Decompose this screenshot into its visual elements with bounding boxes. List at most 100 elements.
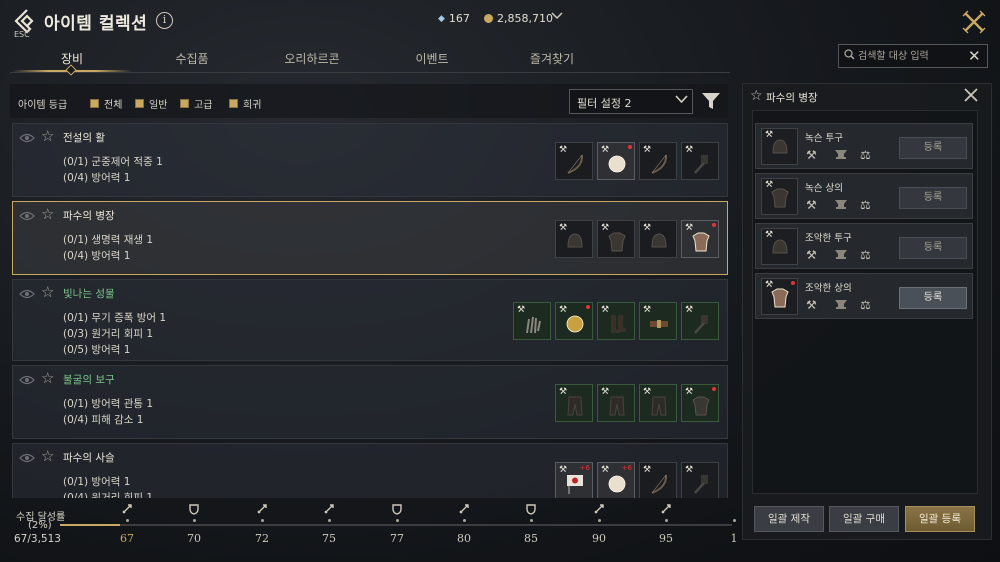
detail-item-card[interactable]: ⚒ 조악한 투구 ⚒ ⚖ 등록 (755, 223, 973, 269)
favorite-star-icon[interactable]: ☆ (41, 447, 54, 465)
item-slot[interactable]: ⚒ (681, 462, 719, 498)
item-slot[interactable]: ⚒ (761, 178, 798, 215)
currency-expand-chevron-icon[interactable] (551, 11, 563, 24)
detail-item-card[interactable]: ⚒ 녹슨 투구 ⚒ ⚖ 등록 (755, 123, 973, 169)
scale-icon[interactable]: ⚖ (860, 248, 871, 262)
item-slot[interactable]: ⚒ (761, 278, 798, 315)
collection-effect: (0/1) 무기 증폭 방어 1 (63, 312, 167, 324)
chevron-down-icon (675, 94, 688, 107)
item-slot[interactable]: ⚒ (639, 384, 677, 422)
milestone-reward[interactable]: 75 (309, 503, 349, 545)
item-slot[interactable]: ⚒ (597, 302, 635, 340)
grade-filter-rare[interactable]: 희귀 (229, 96, 261, 111)
tab-event[interactable]: 이벤트 (372, 50, 492, 67)
anvil-icon[interactable] (834, 248, 848, 263)
milestone-reward[interactable]: 72 (242, 503, 282, 545)
favorite-star-icon[interactable]: ☆ (41, 127, 54, 145)
close-panel-icon[interactable] (964, 87, 978, 106)
milestone-reward[interactable]: 95 (646, 503, 686, 545)
anvil-icon[interactable] (834, 298, 848, 313)
register-button[interactable]: 등록 (899, 287, 967, 309)
eye-icon[interactable] (19, 375, 35, 385)
grade-filter-uncommon-label: 고급 (194, 100, 213, 111)
eye-icon[interactable] (19, 133, 35, 143)
craft-hammer-icon[interactable]: ⚒ (806, 198, 817, 212)
grade-filter-all[interactable]: 전체 (90, 96, 122, 111)
tab-orichalcum[interactable]: 오리하르콘 (252, 50, 372, 67)
craft-hammer-icon[interactable]: ⚒ (806, 148, 817, 162)
item-slot[interactable]: ⚒ (555, 142, 593, 180)
collection-row[interactable]: ☆ 파수의 사슬 (0/1) 방어력 1 (0/4) 원거리 회피 1 ⚒ +6 ⚒ +6 ⚒ ⚒ (12, 443, 728, 498)
register-button[interactable]: 등록 (899, 237, 967, 259)
milestone-reward[interactable]: 77 (377, 503, 417, 545)
register-all-button[interactable]: 일괄 등록 (905, 506, 975, 532)
milestone-reward[interactable]: 70 (174, 503, 214, 545)
milestone-reward[interactable]: 90 (579, 503, 619, 545)
scale-icon[interactable]: ⚖ (860, 198, 871, 212)
item-slot[interactable]: ⚒ (555, 302, 593, 340)
tab-favorites[interactable]: 즐겨찾기 (492, 50, 612, 67)
collection-row[interactable]: ☆ 불굴의 보구 (0/1) 방어력 관통 1 (0/4) 피해 감소 1 ⚒ ⚒ ⚒ ⚒ (12, 365, 728, 439)
item-slot[interactable]: ⚒ (639, 142, 677, 180)
favorite-star-icon[interactable]: ☆ (41, 205, 54, 223)
boots-item-icon (607, 313, 627, 335)
search-clear-icon[interactable]: ✕ (968, 47, 981, 65)
milestone-reward[interactable]: 80 (444, 503, 484, 545)
item-slot[interactable]: ⚒ (681, 220, 719, 258)
info-icon[interactable]: i (156, 12, 173, 29)
favorite-star-icon[interactable]: ☆ (750, 88, 763, 104)
anvil-icon[interactable] (834, 148, 848, 163)
milestone-reward[interactable]: 67 (107, 503, 147, 545)
item-slot[interactable]: ⚒ (681, 384, 719, 422)
craft-all-button[interactable]: 일괄 제작 (754, 506, 824, 532)
favorite-star-icon[interactable]: ☆ (41, 283, 54, 301)
milestone-reward[interactable]: 85 (511, 503, 551, 545)
eye-icon[interactable] (19, 453, 35, 463)
milestone-dot (732, 519, 736, 522)
item-slot[interactable]: ⚒ (639, 462, 677, 498)
item-slot[interactable]: ⚒ +6 (555, 462, 593, 498)
item-slot[interactable]: ⚒ (597, 384, 635, 422)
tab-collectibles[interactable]: 수집품 (132, 50, 252, 67)
detail-item-card[interactable]: ⚒ 조악한 상의 ⚒ ⚖ 등록 (755, 273, 973, 319)
craft-hammer-icon[interactable]: ⚒ (806, 248, 817, 262)
eye-icon[interactable] (19, 289, 35, 299)
search-input[interactable] (858, 46, 966, 66)
item-slot[interactable]: ⚒ (761, 128, 798, 165)
grade-filter-common[interactable]: 일반 (135, 96, 167, 111)
collection-list[interactable]: ☆ 전설의 활 (0/1) 군중제어 적중 1 (0/4) 방어력 1 ⚒ ⚒ ⚒ ⚒ ☆ 파수의… (10, 120, 730, 498)
collection-name: 파수의 사슬 (63, 452, 115, 464)
helm-item-icon (565, 231, 585, 253)
shield-icon (511, 503, 551, 517)
buy-all-button[interactable]: 일괄 구매 (829, 506, 899, 532)
item-slot[interactable]: ⚒ (681, 302, 719, 340)
item-slot[interactable]: ⚒ +6 (597, 462, 635, 498)
item-slot[interactable]: ⚒ (681, 142, 719, 180)
favorite-star-icon[interactable]: ☆ (41, 369, 54, 387)
item-slot[interactable]: ⚒ (597, 220, 635, 258)
filter-funnel-icon[interactable] (700, 90, 722, 112)
grade-filter-uncommon[interactable]: 고급 (180, 96, 212, 111)
item-slot[interactable]: ⚒ (639, 302, 677, 340)
item-slot[interactable]: ⚒ (513, 302, 551, 340)
collection-row[interactable]: ☆ 전설의 활 (0/1) 군중제어 적중 1 (0/4) 방어력 1 ⚒ ⚒ ⚒ ⚒ (12, 123, 728, 197)
collection-row[interactable]: ☆ 빛나는 성물 (0/1) 무기 증폭 방어 1 (0/3) 원거리 회피 1 (0/… (12, 279, 728, 361)
collection-row[interactable]: ☆ 파수의 병장 (0/1) 생명력 재생 1 (0/4) 방어력 1 ⚒ ⚒ ⚒ ⚒ (12, 201, 728, 275)
detail-item-card[interactable]: ⚒ 녹슨 상의 ⚒ ⚖ 등록 (755, 173, 973, 219)
close-window-icon[interactable] (962, 10, 986, 34)
register-button[interactable]: 등록 (899, 187, 967, 209)
item-slot[interactable]: ⚒ (761, 228, 798, 265)
scale-icon[interactable]: ⚖ (860, 298, 871, 312)
scale-icon[interactable]: ⚖ (860, 148, 871, 162)
notification-dot-icon (712, 223, 716, 227)
craft-hammer-icon[interactable]: ⚒ (806, 298, 817, 312)
item-slot[interactable]: ⚒ (639, 220, 677, 258)
eye-icon[interactable] (19, 211, 35, 221)
collection-effect: (0/1) 군중제어 적중 1 (63, 156, 163, 168)
item-slot[interactable]: ⚒ (597, 142, 635, 180)
anvil-icon[interactable] (834, 198, 848, 213)
item-slot[interactable]: ⚒ (555, 220, 593, 258)
item-slot[interactable]: ⚒ (555, 384, 593, 422)
register-button[interactable]: 등록 (899, 137, 967, 159)
esc-hint[interactable]: ESC (14, 30, 30, 39)
